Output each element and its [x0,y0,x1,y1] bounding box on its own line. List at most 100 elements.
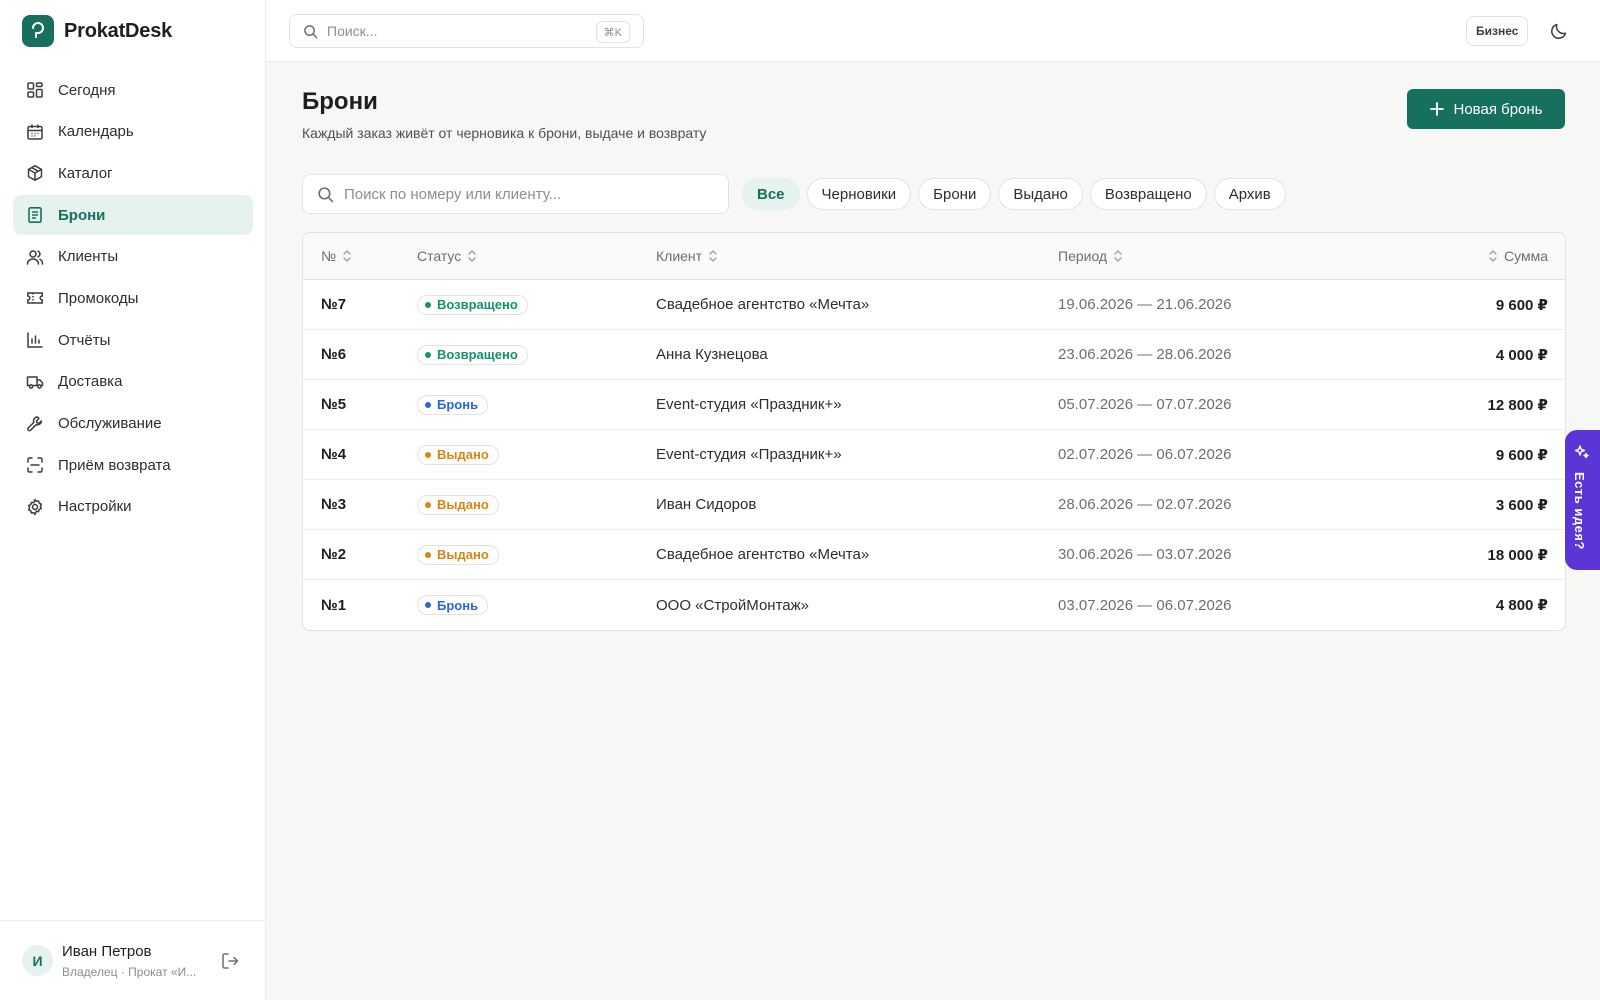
sort-icon [342,249,352,263]
document-icon [26,206,44,224]
sidebar-item-label: Брони [58,206,106,224]
column-label: № [321,248,337,264]
sidebar-item-label: Промокоды [58,289,139,307]
filter-chip-issued[interactable]: Выдано [998,178,1083,210]
status-dot [425,501,431,508]
new-booking-label: Новая бронь [1453,100,1543,118]
column-label: Статус [417,248,462,264]
status-dot [425,301,431,308]
sort-icon [708,249,718,263]
status-badge: Возвращено [417,294,528,315]
filter-chip-archive[interactable]: Архив [1213,178,1286,210]
user-role: Владелец · Прокат «И... [62,965,197,979]
logout-icon[interactable] [220,951,240,971]
truck-icon [26,373,44,391]
cell-sum: 4 800 ₽ [1495,597,1548,614]
filter-chip-drafts[interactable]: Черновики [806,178,912,210]
table-row[interactable]: №6 Возвращено Анна Кузнецова 23.06.2026 … [303,330,1565,380]
bookings-search-input[interactable] [344,185,704,203]
avatar[interactable]: И [22,945,53,976]
cell-client: Анна Кузнецова [656,346,768,363]
sidebar: ProkatDesk Сегодня Календарь Каталог Бро… [0,0,266,1000]
shortcut-hint: ⌘K [595,21,630,43]
dashboard-icon [26,81,44,99]
sidebar-item-bookings[interactable]: Брони [13,195,253,236]
global-search[interactable]: ⌘K [289,14,644,48]
status-filters: Все Черновики Брони Выдано Возвращено Ар… [742,178,1286,210]
calendar-icon [26,123,44,141]
user-name: Иван Петров [62,943,152,960]
table-row[interactable]: №3 Выдано Иван Сидоров 28.06.2026 — 02.0… [303,480,1565,530]
sidebar-item-clients[interactable]: Клиенты [13,237,253,277]
status-label: Бронь [437,397,479,412]
column-header-period[interactable]: Период [1058,248,1458,264]
topbar: ⌘K Бизнес [266,0,1600,62]
cell-client: ООО «СтройМонтаж» [656,596,809,614]
ticket-icon [26,289,44,307]
sidebar-item-maintenance[interactable]: Обслуживание [13,404,253,444]
cell-sum: 9 600 ₽ [1495,296,1548,314]
cell-number: №5 [321,396,347,413]
cell-number: №1 [321,596,347,614]
table-header: № Статус Клиент Период Сумма [303,233,1565,280]
moon-icon[interactable] [1549,21,1569,41]
column-label: Сумма [1504,248,1548,264]
sidebar-item-calendar[interactable]: Календарь [13,112,253,152]
main-content: Брони Каждый заказ живёт от черновика к … [266,62,1600,1000]
cell-client: Свадебное агентство «Мечта» [656,546,870,563]
cell-period: 30.06.2026 — 03.07.2026 [1058,546,1232,563]
sidebar-item-promocodes[interactable]: Промокоды [13,278,253,318]
feedback-tab[interactable]: Есть идея? [1565,430,1600,570]
cell-period: 28.06.2026 — 02.07.2026 [1058,496,1232,513]
cell-client: Свадебное агентство «Мечта» [656,296,870,313]
status-label: Выдано [437,547,489,562]
cell-sum: 18 000 ₽ [1487,546,1548,564]
table-row[interactable]: №7 Возвращено Свадебное агентство «Мечта… [303,280,1565,330]
new-booking-button[interactable]: Новая бронь [1407,89,1565,129]
global-search-input[interactable] [327,23,577,39]
table-row[interactable]: №5 Бронь Event-студия «Праздник+» 05.07.… [303,380,1565,430]
cell-number: №3 [321,496,347,513]
status-label: Возвращено [437,297,518,312]
sidebar-item-today[interactable]: Сегодня [13,70,253,110]
filter-chip-returned[interactable]: Возвращено [1089,178,1207,210]
status-label: Выдано [437,497,489,512]
table-row[interactable]: №1 Бронь ООО «СтройМонтаж» 03.07.2026 — … [303,580,1565,630]
sidebar-item-label: Обслуживание [58,415,162,432]
sort-icon [467,249,477,263]
sidebar-item-reports[interactable]: Отчёты [13,320,253,360]
filter-chip-all[interactable]: Все [742,178,800,210]
cell-number: №7 [321,296,347,313]
column-header-client[interactable]: Клиент [656,248,1058,264]
status-label: Выдано [437,447,489,462]
bookings-search[interactable] [302,174,729,214]
sidebar-item-label: Клиенты [58,248,119,266]
users-icon [26,248,44,266]
table-row[interactable]: №4 Выдано Event-студия «Праздник+» 02.07… [303,430,1565,480]
filter-chip-bookings[interactable]: Брони [918,178,992,210]
column-header-number[interactable]: № [303,248,417,264]
status-dot [425,602,431,608]
sidebar-item-delivery[interactable]: Доставка [13,362,253,402]
cell-period: 19.06.2026 — 21.06.2026 [1058,296,1232,313]
sidebar-item-settings[interactable]: Настройки [13,487,253,527]
column-header-sum[interactable]: Сумма [1458,248,1565,264]
package-icon [26,164,44,182]
sidebar-item-label: Доставка [58,373,123,391]
sidebar-item-return-intake[interactable]: Приём возврата [13,445,253,485]
table-row[interactable]: №2 Выдано Свадебное агентство «Мечта» 30… [303,530,1565,580]
column-label: Период [1058,248,1108,264]
sidebar-item-catalog[interactable]: Каталог [13,153,253,193]
gear-icon [26,498,44,516]
sidebar-item-label: Отчёты [58,331,111,349]
app-logo-icon [22,15,54,47]
sidebar-item-label: Настройки [58,498,132,516]
cell-period: 03.07.2026 — 06.07.2026 [1058,596,1232,614]
status-badge: Бронь [417,595,489,615]
plan-badge[interactable]: Бизнес [1466,16,1529,46]
status-badge: Возвращено [417,344,528,365]
status-dot [425,401,431,408]
brand[interactable]: ProkatDesk [22,15,172,47]
column-header-status[interactable]: Статус [417,248,656,264]
cell-client: Event-студия «Праздник+» [656,396,842,413]
